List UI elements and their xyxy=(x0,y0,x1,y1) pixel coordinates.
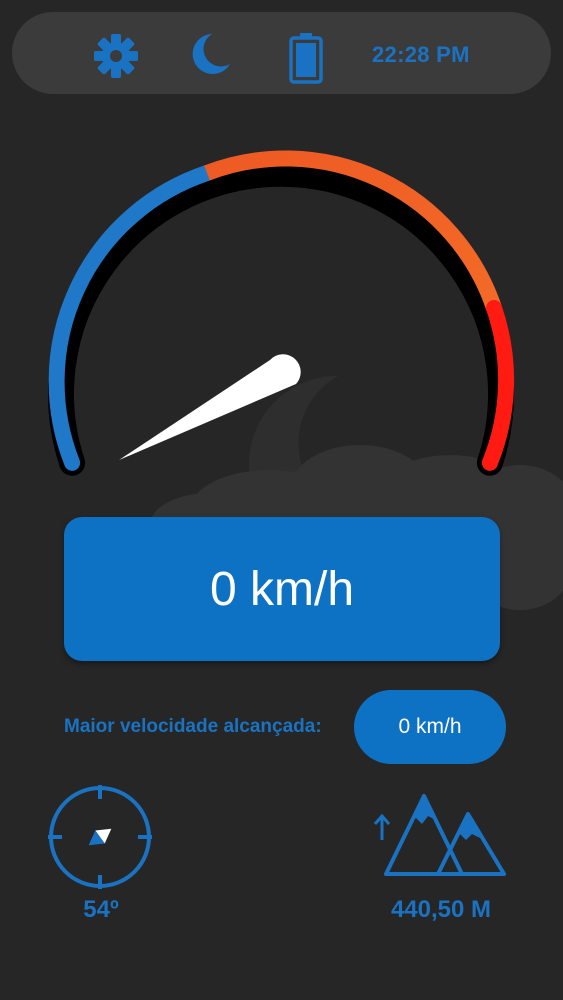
max-speed-value: 0 km/h xyxy=(398,715,462,738)
battery-icon xyxy=(289,33,323,84)
speedometer-gauge xyxy=(48,150,515,476)
top-bar: 22:28 PM xyxy=(12,12,551,94)
gear-icon[interactable] xyxy=(92,32,140,80)
compass-icon xyxy=(48,785,152,889)
max-speed-label: Maior velocidade alcançada: xyxy=(64,716,322,737)
moon-icon[interactable] xyxy=(186,30,234,78)
mountain-altitude-icon xyxy=(373,794,506,876)
max-speed-badge[interactable]: 0 km/h xyxy=(354,690,506,764)
compass-heading: 54º xyxy=(83,896,119,923)
speedometer-screen: 22:28 PM 0 km/h Maior velocidade alcança… xyxy=(0,0,563,1000)
status-time: 22:28 PM xyxy=(372,42,470,67)
current-speed-panel: 0 km/h xyxy=(64,517,500,661)
altitude-value: 440,50 M xyxy=(390,896,492,923)
current-speed-value: 0 km/h xyxy=(209,562,355,616)
gauge-needle xyxy=(119,354,301,460)
